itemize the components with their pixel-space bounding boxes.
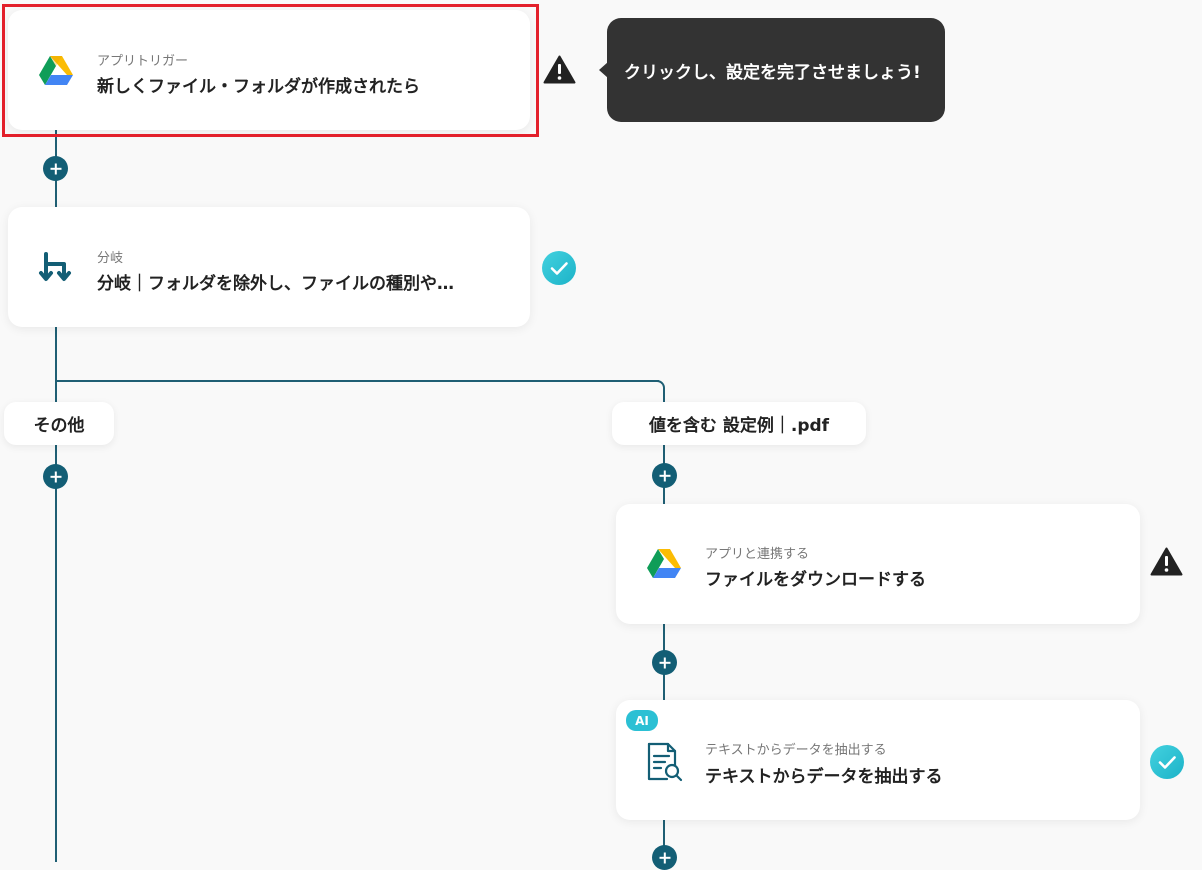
document-search-icon <box>645 742 683 786</box>
add-step-button[interactable] <box>652 845 677 870</box>
download-step-card[interactable]: アプリと連携する ファイルをダウンロードする <box>616 504 1140 624</box>
trigger-highlight-frame <box>2 4 539 137</box>
setup-tooltip: クリックし、設定を完了させましょう! <box>607 18 945 122</box>
step-title: ファイルをダウンロードする <box>705 570 926 590</box>
branch-step-card[interactable]: 分岐 分岐｜フォルダを除外し、ファイルの種別や… <box>8 207 530 327</box>
connector-branch-horizontal <box>55 380 659 382</box>
google-drive-icon <box>646 548 682 584</box>
step-type-label: アプリと連携する <box>705 547 810 562</box>
step-type-label: テキストからデータを抽出する <box>705 743 887 758</box>
branch-label-other[interactable]: その他 <box>4 402 114 445</box>
add-step-button[interactable] <box>652 650 677 675</box>
warning-icon[interactable] <box>1150 547 1183 580</box>
branch-icon <box>38 250 74 290</box>
warning-icon[interactable] <box>543 55 576 88</box>
add-step-button[interactable] <box>652 463 677 488</box>
ai-badge: AI <box>626 710 658 731</box>
step-type-label: 分岐 <box>97 251 124 266</box>
extract-step-card[interactable]: テキストからデータを抽出する テキストからデータを抽出する <box>616 700 1140 820</box>
complete-check-icon <box>1150 745 1184 779</box>
step-title: テキストからデータを抽出する <box>705 767 943 787</box>
step-title: 分岐｜フォルダを除外し、ファイルの種別や… <box>97 274 454 294</box>
branch-label-condition[interactable]: 値を含む 設定例｜.pdf <box>612 402 866 445</box>
add-step-button[interactable] <box>43 156 68 181</box>
complete-check-icon <box>542 251 576 285</box>
tooltip-text: クリックし、設定を完了させましょう! <box>624 62 921 83</box>
add-step-button[interactable] <box>43 464 68 489</box>
